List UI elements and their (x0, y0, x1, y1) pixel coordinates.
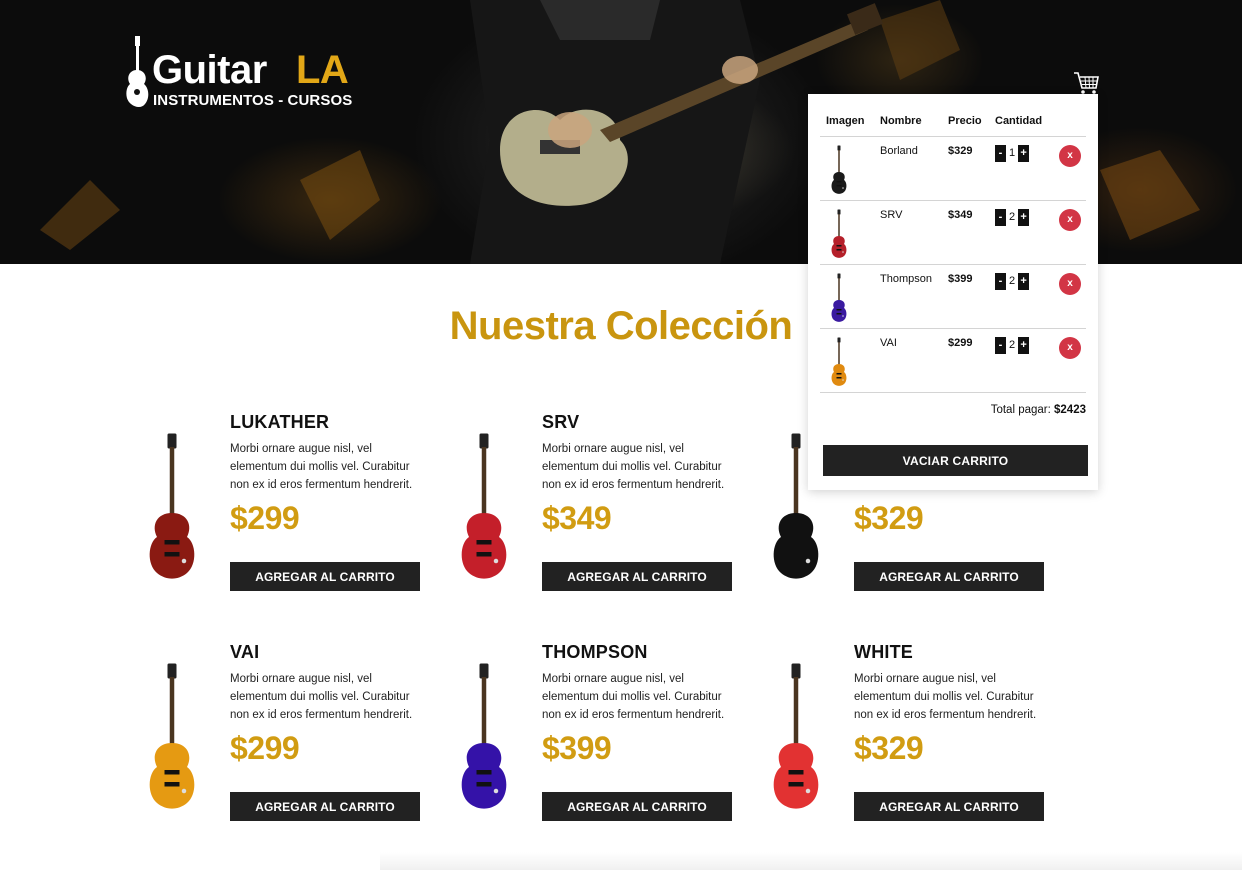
cart-item-thumbnail (826, 145, 852, 195)
add-to-cart-button[interactable]: AGREGAR AL CARRITO (854, 792, 1044, 821)
product-card: THOMPSON Morbi ornare augue nisl, vel el… (454, 642, 754, 842)
column-header-remove (1051, 106, 1086, 137)
cart-item-quantity-cell: - 2 + (989, 328, 1051, 393)
cart-item-name: Thompson (874, 264, 942, 329)
column-header-name: Nombre (874, 106, 942, 137)
column-header-image: Imagen (820, 106, 874, 137)
quantity-stepper: - 1 + (995, 144, 1051, 162)
increase-quantity-button[interactable]: + (1018, 144, 1030, 162)
quantity-stepper: - 2 + (995, 336, 1051, 354)
cart-row: VAI $299 - 2 + x (820, 328, 1086, 393)
quantity-value: 2 (1009, 339, 1016, 351)
increase-quantity-button[interactable]: + (1018, 272, 1030, 290)
product-card: WHITE Morbi ornare augue nisl, vel eleme… (766, 642, 1066, 842)
guitar-logo-icon (126, 36, 149, 107)
quantity-value: 1 (1009, 147, 1016, 159)
product-name: THOMPSON (542, 642, 648, 662)
brand-name: Guitar (152, 48, 267, 92)
cart-total-value: $2423 (1054, 404, 1086, 416)
quantity-value: 2 (1009, 275, 1016, 287)
clear-cart-button[interactable]: VACIAR CARRITO (823, 445, 1088, 476)
cart-item-remove-cell: x (1051, 264, 1086, 329)
product-name: SRV (542, 412, 580, 432)
cart-item-thumbnail (826, 209, 852, 259)
add-to-cart-button[interactable]: AGREGAR AL CARRITO (854, 562, 1044, 591)
brand-logo[interactable]: Guitar LA INSTRUMENTOS - CURSOS (124, 36, 364, 112)
column-header-price: Precio (942, 106, 989, 137)
cart-item-remove-cell: x (1051, 200, 1086, 265)
product-description: Morbi ornare augue nisl, vel elementum d… (542, 673, 725, 721)
product-description: Morbi ornare augue nisl, vel elementum d… (542, 443, 725, 491)
product-card: VAI Morbi ornare augue nisl, vel element… (142, 642, 442, 842)
cart-item-name: VAI (874, 328, 942, 393)
brand-name-accent: LA (296, 48, 349, 92)
remove-item-button[interactable]: x (1059, 272, 1081, 295)
product-name: WHITE (854, 642, 913, 662)
footer-shadow (380, 852, 1242, 870)
shopping-cart-icon[interactable] (1072, 70, 1100, 96)
cart-row: Borland $329 - 1 + x (820, 136, 1086, 201)
decrease-quantity-button[interactable]: - (995, 336, 1006, 354)
cart-total: Total pagar: $2423 (991, 404, 1086, 416)
product-price: $399 (542, 730, 612, 766)
quantity-stepper: - 2 + (995, 208, 1051, 226)
cart-item-image (820, 136, 874, 201)
cart-item-thumbnail (826, 273, 852, 323)
product-image (454, 642, 534, 842)
decrease-quantity-button[interactable]: - (995, 144, 1006, 162)
cart-item-name: SRV (874, 200, 942, 265)
product-image (766, 642, 846, 842)
cart-table-header: Imagen Nombre Precio Cantidad (820, 106, 1086, 137)
cart-item-image (820, 200, 874, 265)
product-description: Morbi ornare augue nisl, vel elementum d… (230, 443, 413, 491)
add-to-cart-button[interactable]: AGREGAR AL CARRITO (230, 562, 420, 591)
brand-tagline: INSTRUMENTOS - CURSOS (153, 92, 353, 109)
add-to-cart-button[interactable]: AGREGAR AL CARRITO (542, 562, 732, 591)
cart-item-price: $399 (942, 264, 989, 329)
cart-item-remove-cell: x (1051, 136, 1086, 201)
add-to-cart-button[interactable]: AGREGAR AL CARRITO (230, 792, 420, 821)
remove-item-button[interactable]: x (1059, 208, 1081, 231)
quantity-value: 2 (1009, 211, 1016, 223)
product-description: Morbi ornare augue nisl, vel elementum d… (854, 673, 1037, 721)
cart-item-quantity-cell: - 1 + (989, 136, 1051, 201)
product-image (142, 642, 222, 842)
cart-total-label: Total pagar: (990, 404, 1051, 416)
cart-item-quantity-cell: - 2 + (989, 264, 1051, 329)
product-card: SRV Morbi ornare augue nisl, vel element… (454, 412, 754, 612)
product-name: LUKATHER (230, 412, 330, 432)
remove-item-button[interactable]: x (1059, 144, 1081, 167)
cart-item-image (820, 264, 874, 329)
cart-table: Imagen Nombre Precio Cantidad Borland $3… (820, 106, 1086, 393)
product-description: Morbi ornare augue nisl, vel elementum d… (230, 673, 413, 721)
remove-item-button[interactable]: x (1059, 336, 1081, 359)
product-card: LUKATHER Morbi ornare augue nisl, vel el… (142, 412, 442, 612)
product-price: $329 (854, 500, 924, 536)
increase-quantity-button[interactable]: + (1018, 208, 1030, 226)
product-price: $349 (542, 500, 612, 536)
product-price: $299 (230, 730, 300, 766)
decrease-quantity-button[interactable]: - (995, 272, 1006, 290)
increase-quantity-button[interactable]: + (1018, 336, 1030, 354)
product-image (142, 412, 222, 612)
product-price: $329 (854, 730, 924, 766)
add-to-cart-button[interactable]: AGREGAR AL CARRITO (542, 792, 732, 821)
cart-item-price: $349 (942, 200, 989, 265)
cart-item-price: $299 (942, 328, 989, 393)
product-image (454, 412, 534, 612)
cart-item-thumbnail (826, 337, 852, 387)
cart-item-quantity-cell: - 2 + (989, 200, 1051, 265)
product-name: VAI (230, 642, 260, 662)
cart-item-price: $329 (942, 136, 989, 201)
cart-row: SRV $349 - 2 + x (820, 200, 1086, 265)
cart-row: Thompson $399 - 2 + x (820, 264, 1086, 329)
column-header-quantity: Cantidad (989, 106, 1051, 137)
cart-dropdown: Imagen Nombre Precio Cantidad Borland $3… (808, 94, 1098, 490)
product-price: $299 (230, 500, 300, 536)
cart-item-remove-cell: x (1051, 328, 1086, 393)
quantity-stepper: - 2 + (995, 272, 1051, 290)
decrease-quantity-button[interactable]: - (995, 208, 1006, 226)
cart-item-name: Borland (874, 136, 942, 201)
cart-item-image (820, 328, 874, 393)
